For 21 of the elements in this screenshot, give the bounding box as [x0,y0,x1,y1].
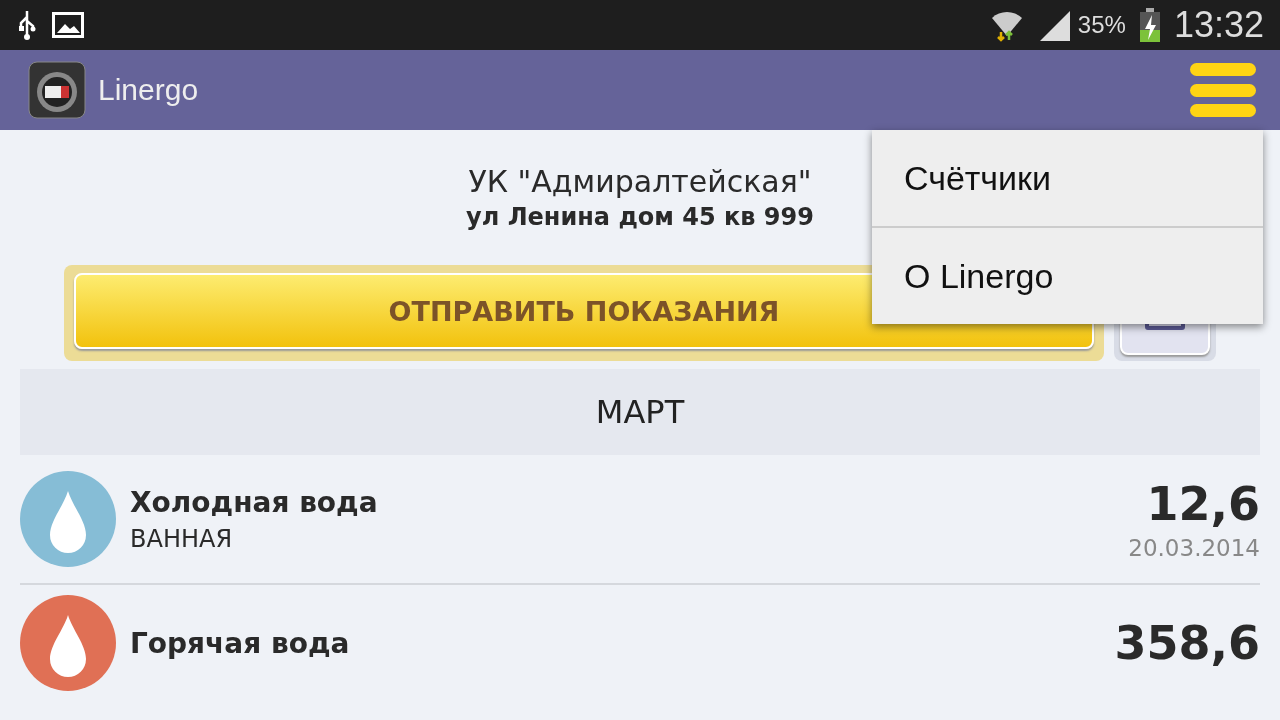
image-icon [52,12,84,38]
meter-row[interactable]: Горячая вода 358,6 [20,585,1260,701]
company-name: УК "Адмиралтейская" [468,164,812,199]
meter-name: Горячая вода [130,626,350,660]
menu-icon[interactable] [1190,63,1256,117]
meter-reading: 12,6 [1146,477,1260,531]
meter-reading: 358,6 [1114,616,1260,670]
reading-date: 20.03.2014 [1128,535,1260,561]
usb-icon [16,9,38,41]
battery-percent: 35% [1077,11,1126,39]
address: ул Ленина дом 45 кв 999 [466,203,814,231]
battery-charging-icon [1139,8,1160,42]
menu-item[interactable]: О Linergo [872,226,1263,324]
clock: 13:32 [1173,4,1264,46]
month-label: МАРТ [595,393,685,431]
counter-app-icon[interactable] [28,61,86,119]
app-title: Linergo [98,73,199,107]
menu-item[interactable]: Счётчики [872,130,1263,226]
meter-location: ВАННАЯ [130,524,234,553]
meter-name: Холодная вода [130,485,378,519]
meter-row[interactable]: Холодная вода ВАННАЯ 12,6 20.03.2014 [20,455,1260,585]
